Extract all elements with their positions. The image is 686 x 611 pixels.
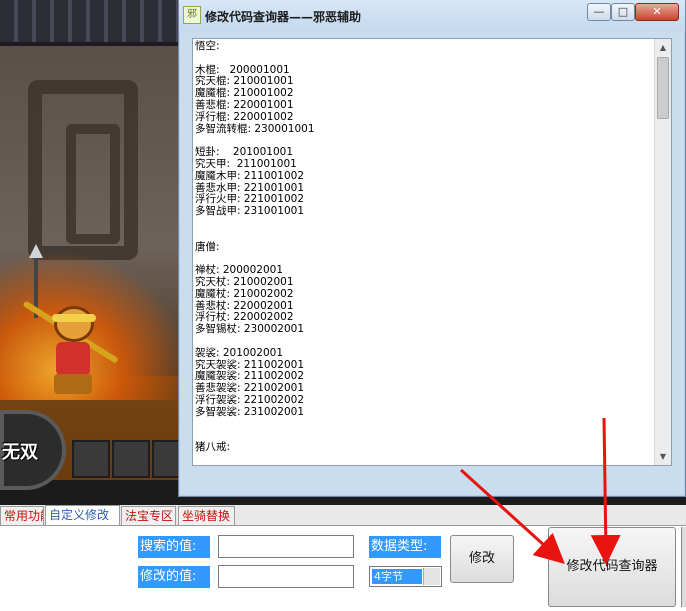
close-button[interactable]: ✕ <box>635 3 679 21</box>
tab-strip: 常用功能 自定义修改 法宝专区 坐骑替换 <box>0 505 686 526</box>
scroll-up-icon[interactable]: ▲ <box>655 39 671 56</box>
code-text-area[interactable]: 悟空: 木棍: 200001001 究天棍: 210001001 魔魇棍: 21… <box>192 38 672 466</box>
minimize-button[interactable]: — <box>587 3 611 21</box>
search-value-input[interactable] <box>218 535 354 558</box>
search-value-label: 搜索的值: <box>138 536 210 558</box>
carved-rune <box>28 80 138 260</box>
skill-label: 无双 <box>2 442 38 463</box>
tab-custom-modify[interactable]: 自定义修改 <box>45 505 120 526</box>
maximize-button[interactable]: □ <box>611 3 635 21</box>
data-type-value: 4字节 <box>372 569 422 584</box>
chevron-down-icon[interactable] <box>423 568 440 585</box>
skill-slot[interactable] <box>112 440 150 478</box>
partial-button[interactable] <box>681 527 686 607</box>
open-code-query-button[interactable]: 修改代码查询器 <box>548 527 676 607</box>
monkey-character <box>44 300 102 396</box>
modify-button[interactable]: 修改 <box>450 535 514 583</box>
code-list-text: 悟空: 木棍: 200001001 究天棍: 210001001 魔魇棍: 21… <box>195 40 315 454</box>
data-type-label: 数据类型: <box>369 536 441 558</box>
data-type-select[interactable]: 4字节 <box>369 566 442 587</box>
scroll-down-icon[interactable]: ▼ <box>655 448 671 465</box>
tab-mount-replace[interactable]: 坐骑替换 <box>178 506 235 525</box>
modify-value-input[interactable] <box>218 565 354 588</box>
skill-slot[interactable] <box>72 440 110 478</box>
title-bar[interactable]: 邪 修改代码查询器——邪恶辅助 — □ ✕ <box>179 0 685 32</box>
tab-treasure[interactable]: 法宝专区 <box>121 506 176 525</box>
vertical-scrollbar[interactable]: ▲ ▼ <box>654 39 671 465</box>
tab-common-functions[interactable]: 常用功能 <box>0 506 44 525</box>
temple-roof <box>0 0 200 46</box>
code-query-window: 邪 修改代码查询器——邪恶辅助 — □ ✕ 悟空: 木棍: 200001001 … <box>178 0 686 497</box>
modify-value-label: 修改的值: <box>138 566 210 588</box>
window-title: 修改代码查询器——邪恶辅助 <box>205 10 362 24</box>
scroll-thumb[interactable] <box>657 57 669 119</box>
app-icon: 邪 <box>183 6 201 24</box>
